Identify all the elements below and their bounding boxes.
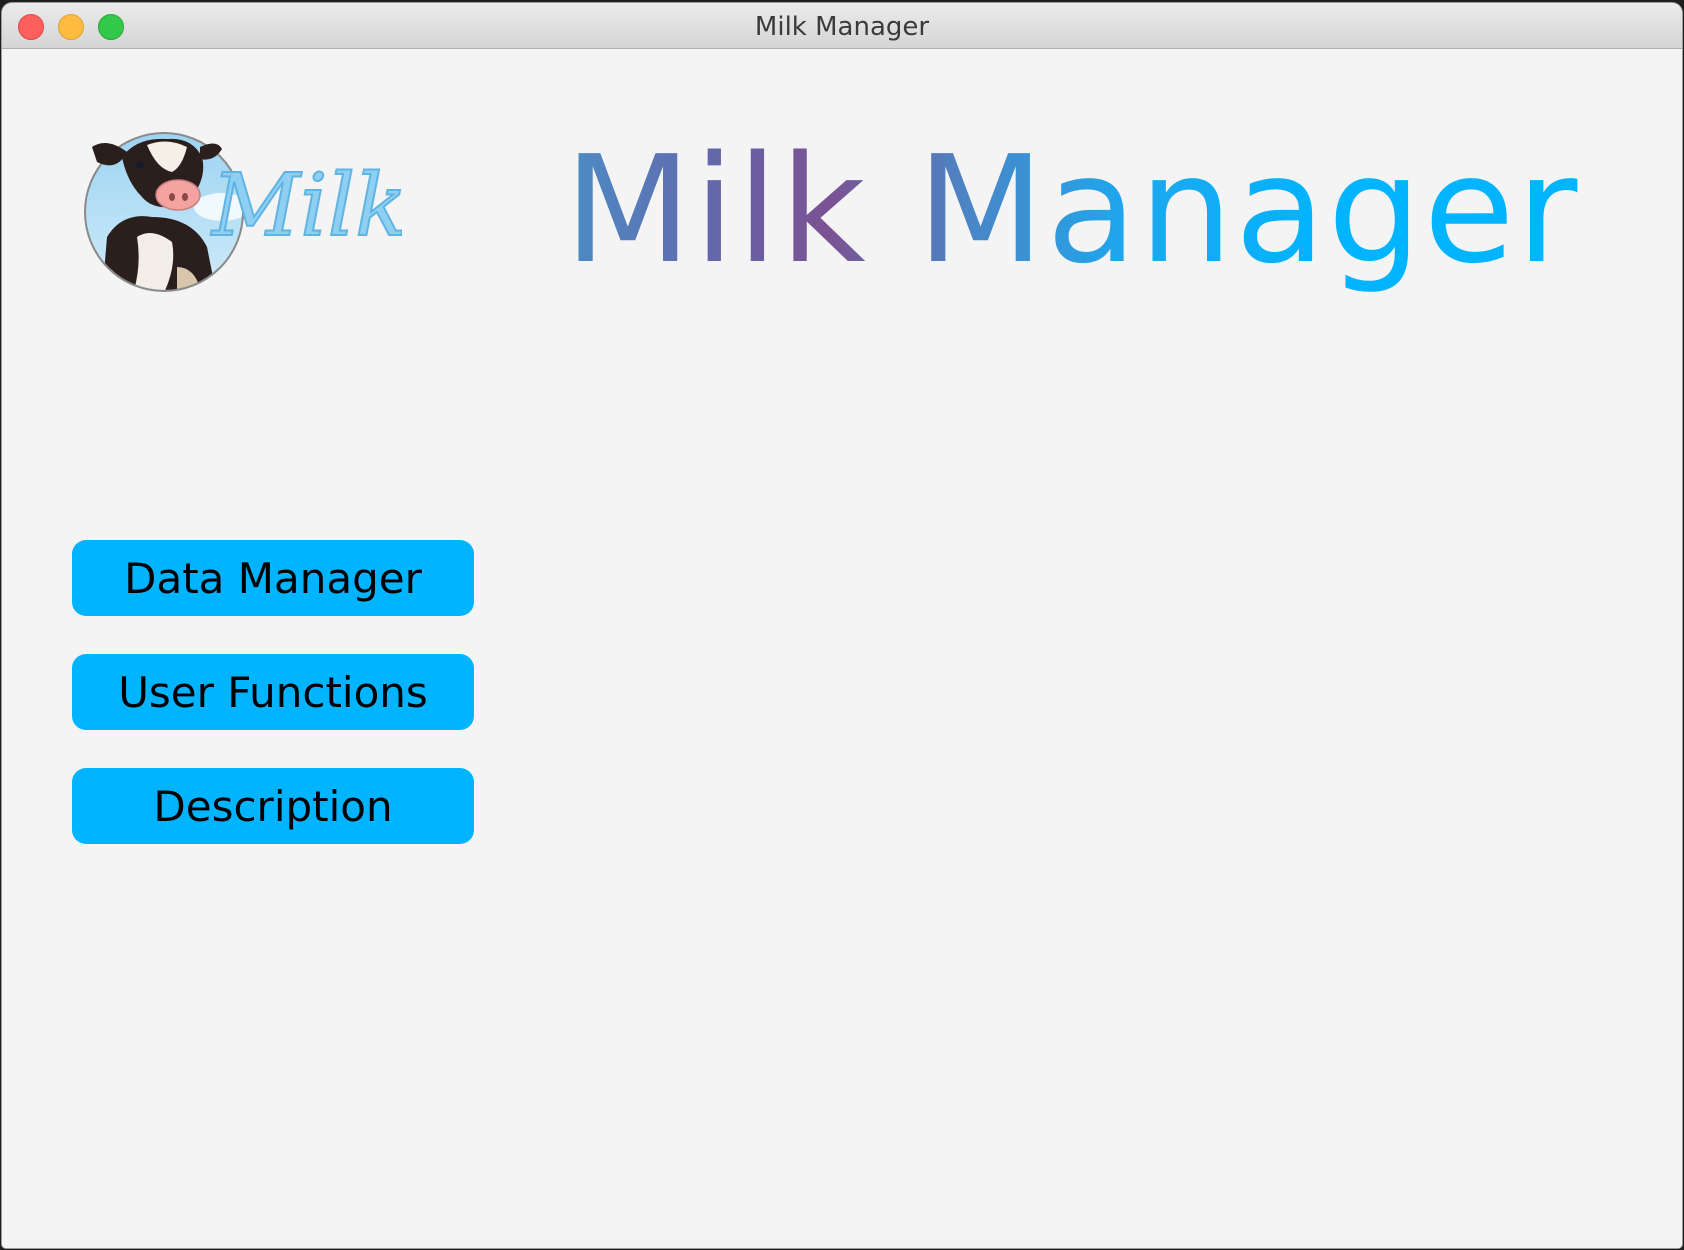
title-bar[interactable]: Milk Manager [2, 3, 1682, 49]
user-functions-button[interactable]: User Functions [72, 654, 474, 730]
app-window: Milk Manager Milk Milk Manager Data Mana… [2, 3, 1682, 1248]
cow-milk-logo-icon: Milk [84, 132, 402, 292]
svg-text:Milk: Milk [210, 156, 402, 256]
window-title: Milk Manager [754, 12, 930, 42]
data-manager-button[interactable]: Data Manager [72, 540, 474, 616]
app-headline: Milk Manager [564, 124, 1580, 296]
description-button[interactable]: Description [72, 768, 474, 844]
main-content: Milk Milk Manager Data Manager User Func… [2, 49, 1682, 1248]
